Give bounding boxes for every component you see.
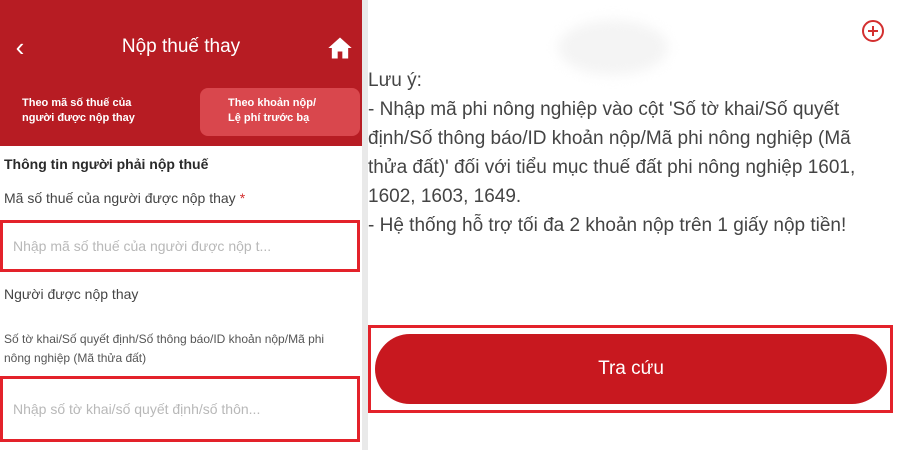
left-panel: ‹ Nộp thuế thay Theo mã số thuế của ngườ…	[0, 0, 362, 450]
tax-id-placeholder: Nhập mã số thuế của người được nộp t...	[13, 238, 272, 254]
doc-no-placeholder: Nhập số tờ khai/số quyết định/số thôn...	[13, 401, 261, 417]
chevron-left-icon[interactable]: ‹	[8, 32, 32, 62]
note-block: Lưu ý: - Nhập mã phi nông nghiệp vào cột…	[368, 66, 888, 240]
doc-no-input[interactable]: Nhập số tờ khai/số quyết định/số thôn...	[0, 376, 360, 442]
right-panel: Lưu ý: - Nhập mã phi nông nghiệp vào cột…	[368, 0, 900, 450]
tax-id-input[interactable]: Nhập mã số thuế của người được nộp t...	[0, 220, 360, 272]
page-title: Nộp thuế thay	[121, 36, 241, 57]
note-line: - Nhập mã phi nông nghiệp vào cột 'Số tờ…	[368, 99, 856, 207]
tax-id-label-text: Mã số thuế của người được nộp thay	[4, 190, 236, 206]
required-mark: *	[239, 190, 246, 206]
tab-label: người được nộp thay	[22, 112, 135, 124]
search-button-highlight: Tra cứu	[368, 325, 893, 413]
tax-id-label: Mã số thuế của người được nộp thay *	[4, 190, 245, 206]
doc-no-label: Số tờ khai/Số quyết định/Số thông báo/ID…	[4, 332, 325, 365]
section-title: Thông tin người phải nộp thuế	[4, 156, 209, 172]
tab-label: Lệ phí trước bạ	[228, 112, 310, 124]
plus-circle-icon[interactable]	[862, 20, 884, 42]
header-bar: ‹ Nộp thuế thay Theo mã số thuế của ngườ…	[0, 0, 362, 146]
note-line: - Hệ thống hỗ trợ tối đa 2 khoản nộp trê…	[368, 215, 847, 236]
payee-label: Người được nộp thay	[4, 286, 139, 302]
tab-label: Theo mã số thuế của	[22, 97, 132, 109]
tab-by-payment[interactable]: Theo khoản nộp/ Lệ phí trước bạ	[200, 88, 360, 136]
tab-label: Theo khoản nộp/	[228, 97, 316, 109]
note-title: Lưu ý:	[368, 70, 422, 91]
search-button[interactable]: Tra cứu	[375, 334, 887, 404]
tab-by-tax-id[interactable]: Theo mã số thuế của người được nộp thay	[8, 88, 194, 136]
home-icon[interactable]	[326, 34, 354, 62]
